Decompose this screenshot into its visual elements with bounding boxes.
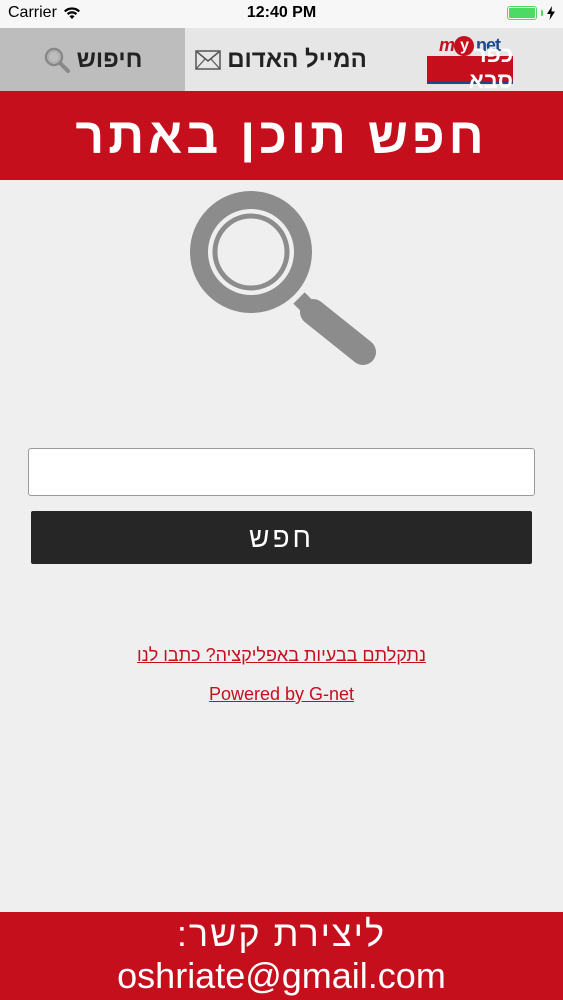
status-bar: Carrier 12:40 PM <box>0 0 563 28</box>
page-title: חפש תוכן באתר <box>0 91 563 180</box>
search-input[interactable] <box>28 448 535 496</box>
battery-tip <box>541 10 543 16</box>
top-nav: חיפוש המייל האדום m y net כפר סבא <box>0 28 563 93</box>
battery-icon <box>507 6 537 20</box>
report-problem-link[interactable]: נתקלתם בבעיות באפליקציה? כתבו לנו <box>0 645 563 666</box>
charging-bolt-icon <box>547 6 555 20</box>
tab-mail-label: המייל האדום <box>227 45 367 73</box>
contact-label: ליצירת קשר: <box>176 913 387 954</box>
logo-home-link[interactable]: m y net כפר סבא <box>377 28 563 93</box>
logo-city-name: כפר סבא <box>427 42 513 93</box>
clock: 12:40 PM <box>246 4 317 21</box>
tab-search-label: חיפוש <box>76 45 143 73</box>
search-button[interactable]: חפש <box>31 511 532 564</box>
envelope-icon <box>195 49 221 70</box>
status-bar-right <box>507 6 555 20</box>
contact-footer: ליצירת קשר: oshriate@gmail.com <box>0 912 563 1000</box>
tab-search[interactable]: חיפוש <box>0 28 185 91</box>
powered-by-link[interactable]: Powered by G-net <box>0 684 563 705</box>
magnifier-icon <box>190 191 376 365</box>
search-icon <box>44 47 70 73</box>
mynet-kfar-saba-logo: m y net כפר סבא <box>427 34 513 93</box>
tab-red-mail[interactable]: המייל האדום <box>185 28 377 91</box>
contact-email-link[interactable]: oshriate@gmail.com <box>0 956 563 996</box>
